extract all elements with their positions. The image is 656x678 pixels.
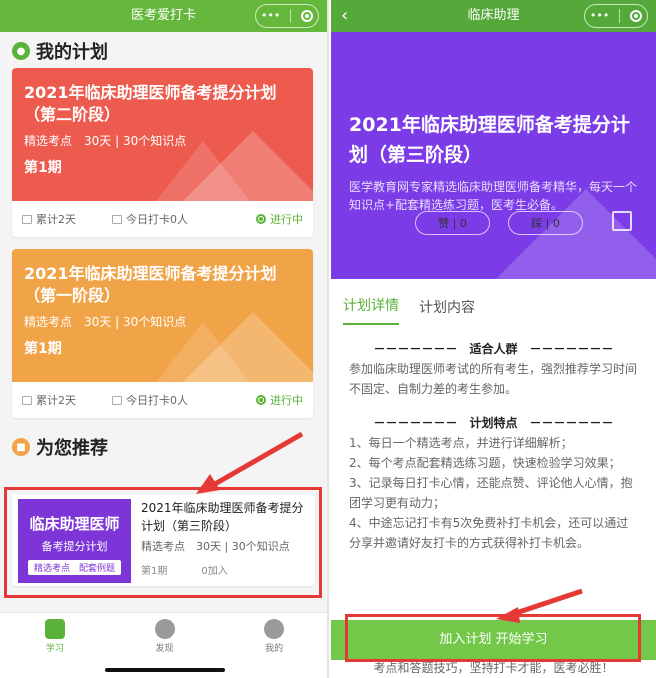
today-checkins: 今日打卡0人: [112, 392, 188, 408]
share-icon[interactable]: [612, 211, 632, 231]
status-dot-icon: [256, 214, 266, 224]
plan-card-banner: 2021年临床助理医师备考提分计划（第一阶段） 精选考点 30天 | 30个知识…: [12, 249, 313, 382]
checkin-icon: [112, 214, 122, 224]
book-icon: [44, 619, 65, 639]
section-heading: －－－－－－－ 适合人群 －－－－－－－: [373, 342, 614, 356]
plan-card-footer: 累计2天 今日打卡0人 进行中: [12, 382, 313, 418]
my-plans-title: 我的计划: [36, 42, 108, 63]
plan-period: 第1期: [24, 341, 62, 357]
arrow-shaft: [509, 588, 583, 618]
section-text: 4、中途忘记打卡有5次免费补打卡机会，还可以通过分享并邀请好友打卡的方式获得补打…: [349, 516, 629, 550]
hero-description: 医学教育网专家精选临床助理医师备考精华，每天一个知识点+配套精选练习题，医考生必…: [349, 180, 638, 212]
calendar-icon: [22, 214, 32, 224]
section-text: 2、每个考点配套精选练习题，快速检验学习效果；: [349, 456, 621, 470]
plan-icon: ●: [12, 42, 30, 60]
plan-card-banner: 2021年临床助理医师备考提分计划（第二阶段） 精选考点 30天 | 30个知识…: [12, 68, 313, 201]
footer-text: 考点和答题技巧，坚持打卡才能，医考必胜！: [373, 661, 614, 675]
checkin-icon: [112, 395, 122, 405]
total-days-label: 累计2天: [36, 213, 76, 226]
status-label: 进行中: [270, 394, 303, 407]
tab-study-label: 学习: [45, 644, 64, 654]
plan-hero: 2021年临床助理医师备考提分计划（第三阶段） 医学教育网专家精选临床助理医师备…: [331, 32, 656, 279]
mini-program-capsule[interactable]: •••: [584, 4, 648, 28]
section-text: 参加临床助理医师考试的所有考生，强烈推荐学习时间不固定、自制力差的考生参加。: [349, 362, 638, 396]
status-label: 进行中: [270, 213, 303, 226]
tab-plan-details[interactable]: 计划详情: [343, 295, 399, 325]
more-icon[interactable]: •••: [261, 5, 280, 27]
more-icon[interactable]: •••: [590, 5, 609, 27]
plan-card[interactable]: 2021年临床助理医师备考提分计划（第二阶段） 精选考点 30天 | 30个知识…: [12, 68, 313, 237]
pointer-arrow: [496, 588, 583, 623]
pointer-arrow: [196, 431, 304, 494]
top-bar: 医考爱打卡 •••: [0, 0, 327, 32]
hero-title: 2021年临床助理医师备考提分计划（第三阶段）: [349, 114, 630, 166]
tab-mine-label: 我的: [265, 644, 284, 654]
today-checkins: 今日打卡0人: [112, 211, 188, 227]
page-title: 临床助理: [467, 8, 520, 23]
section-heading: －－－－－－－ 计划特点 －－－－－－－: [373, 416, 614, 430]
mini-program-capsule[interactable]: •••: [255, 4, 319, 28]
plan-title: 2021年临床助理医师备考提分计划（第一阶段）: [24, 264, 277, 305]
detail-tabs: 计划详情 计划内容: [331, 279, 656, 325]
close-target-icon[interactable]: [301, 10, 314, 22]
plan-title: 2021年临床助理医师备考提分计划（第二阶段）: [24, 83, 277, 124]
tab-study[interactable]: 学习: [0, 613, 110, 678]
capsule-divider: [619, 9, 621, 23]
section-text: 3、记录每日打卡心情，还能点赞、评论他人心情，抱团学习更有动力；: [349, 476, 633, 510]
recommend-title: 为您推荐: [36, 438, 108, 459]
compass-icon: [154, 619, 175, 639]
my-plans-header: ● 我的计划: [0, 34, 327, 68]
plan-card-footer: 累计2天 今日打卡0人 进行中: [12, 201, 313, 237]
dislike-button[interactable]: 踩 | 0: [508, 211, 583, 235]
calendar-icon: [22, 395, 32, 405]
bottom-tab-bar: 学习 发现 我的: [0, 612, 327, 678]
plan-details: －－－－－－－ 适合人群 －－－－－－－ 参加临床助理医师考试的所有考生，强烈推…: [331, 325, 656, 553]
status-dot-icon: [256, 395, 266, 405]
highlight-box: [4, 487, 322, 598]
reaction-buttons: 赞 | 0 踩 | 0: [415, 211, 601, 235]
plan-meta: 精选考点 30天 | 30个知识点: [24, 315, 187, 329]
top-bar: ‹ 临床助理 •••: [331, 0, 656, 32]
plan-card[interactable]: 2021年临床助理医师备考提分计划（第一阶段） 精选考点 30天 | 30个知识…: [12, 249, 313, 418]
arrow-shaft: [206, 431, 304, 491]
capsule-divider: [290, 9, 292, 23]
like-button[interactable]: 赞 | 0: [415, 211, 490, 235]
status-badge: 进行中: [256, 392, 303, 408]
section-text: 1、每日一个精选考点，并进行详细解析；: [349, 436, 573, 450]
today-checkins-label: 今日打卡0人: [126, 394, 188, 407]
page-title: 医考爱打卡: [130, 8, 196, 23]
today-checkins-label: 今日打卡0人: [126, 213, 188, 226]
right-screen: ‹ 临床助理 ••• 2021年临床助理医师备考提分计划（第三阶段） 医学教育网…: [331, 0, 656, 678]
home-indicator: [104, 668, 225, 672]
arrow-head: [496, 607, 520, 623]
recommend-icon: ■: [12, 438, 30, 456]
tab-discover-label: 发现: [155, 644, 174, 654]
close-target-icon[interactable]: [630, 10, 643, 22]
plan-period: 第1期: [24, 160, 62, 176]
tab-plan-content[interactable]: 计划内容: [419, 297, 475, 325]
status-badge: 进行中: [256, 211, 303, 227]
user-icon: [264, 619, 285, 639]
back-icon[interactable]: ‹: [341, 0, 348, 32]
total-days: 累计2天: [22, 392, 76, 408]
left-screen: 医考爱打卡 ••• ● 我的计划 2021年临床助理医师备考提分计划（第二阶段）…: [0, 0, 329, 678]
plan-meta: 精选考点 30天 | 30个知识点: [24, 134, 187, 148]
total-days: 累计2天: [22, 211, 76, 227]
total-days-label: 累计2天: [36, 394, 76, 407]
tab-mine[interactable]: 我的: [219, 613, 327, 678]
